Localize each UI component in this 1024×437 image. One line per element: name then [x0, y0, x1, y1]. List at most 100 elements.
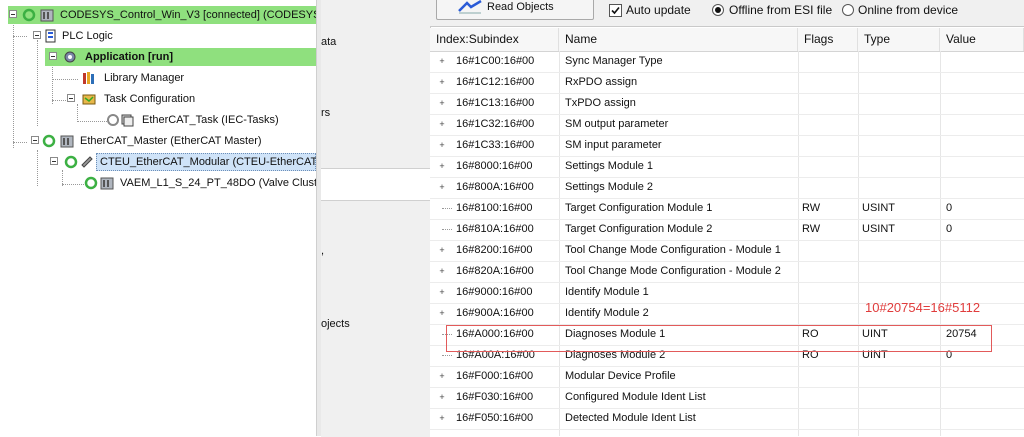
connected-status-icon — [84, 176, 98, 190]
expand-icon[interactable]: + — [438, 288, 446, 297]
cell-name: Tool Change Mode Configuration - Module … — [565, 265, 781, 277]
cell-name: Target Configuration Module 1 — [565, 202, 713, 214]
table-row[interactable]: +16#1C33:16#00 SM input parameter — [430, 135, 1024, 157]
tree-item-label: CODESYS_Control_Win_V3 [connected] (CODE… — [60, 9, 316, 21]
cell-index: 16#1C13:16#00 — [456, 97, 535, 109]
tree-item-label: Application [run] — [85, 51, 173, 63]
tab-label-fragment[interactable]: ata — [321, 36, 336, 48]
table-row[interactable]: +16#F000:16#00 Modular Device Profile — [430, 366, 1024, 388]
column-header-index[interactable]: Index:Subindex — [430, 28, 559, 51]
table-row[interactable]: +16#1C12:16#00 RxPDO assign — [430, 72, 1024, 94]
expand-icon[interactable]: + — [438, 393, 446, 402]
cell-name: SM output parameter — [565, 118, 669, 130]
expand-icon[interactable]: + — [438, 246, 446, 255]
device-tree: CODESYS_Control_Win_V3 [connected] (CODE… — [0, 0, 316, 436]
library-books-icon — [83, 72, 94, 84]
auto-update-checkbox[interactable] — [609, 4, 622, 17]
table-row[interactable]: +16#8200:16#00 Tool Change Mode Configura… — [430, 240, 1024, 262]
cell-index: 16#8100:16#00 — [456, 202, 533, 214]
collapse-toggle-icon[interactable] — [31, 136, 39, 144]
task-cycle-icon — [107, 114, 119, 126]
column-header-value[interactable]: Value — [940, 28, 1024, 51]
table-row[interactable]: +16#1C13:16#00 TxPDO assign — [430, 93, 1024, 115]
cell-name: Modular Device Profile — [565, 370, 676, 382]
tree-connector — [62, 184, 84, 185]
tree-item-cteu-ethercat-modular[interactable]: CTEU_EtherCAT_Modular (CTEU-EtherCAT — [50, 153, 316, 171]
collapse-toggle-icon[interactable] — [67, 94, 75, 102]
column-header-name[interactable]: Name — [559, 28, 798, 51]
cell-index: 16#820A:16#00 — [456, 265, 534, 277]
task-stack-icon — [121, 114, 134, 127]
table-row[interactable]: +16#F030:16#00 Configured Module Ident Li… — [430, 387, 1024, 409]
device-editor-tab-list: ata rs , ojects — [321, 0, 431, 437]
tree-item-task-configuration[interactable]: Task Configuration — [66, 90, 266, 108]
tree-connector — [37, 40, 38, 126]
expand-icon[interactable]: + — [438, 309, 446, 318]
tree-item-application[interactable]: Application [run] — [45, 48, 316, 66]
cell-index: 16#1C33:16#00 — [456, 139, 535, 151]
collapse-toggle-icon[interactable] — [50, 157, 58, 165]
expand-icon[interactable]: + — [438, 78, 446, 87]
cell-name: Configured Module Ident List — [565, 391, 706, 403]
table-row[interactable]: 16#810A:16#00 Target Configuration Module… — [430, 219, 1024, 241]
expand-icon[interactable]: + — [438, 99, 446, 108]
expand-icon[interactable]: + — [438, 57, 446, 66]
cell-index: 16#8000:16#00 — [456, 160, 533, 172]
tree-connector — [52, 64, 53, 104]
table-row[interactable]: +16#820A:16#00 Tool Change Mode Configura… — [430, 261, 1024, 283]
expand-icon[interactable]: + — [438, 141, 446, 150]
ethercat-master-icon — [60, 135, 74, 148]
checkmark-icon — [611, 6, 620, 15]
offline-from-esi-label: Offline from ESI file — [729, 3, 833, 17]
cell-name: Identify Module 1 — [565, 286, 649, 298]
table-header: Index:Subindex Name Flags Type Value — [430, 28, 1024, 52]
expand-icon[interactable]: + — [438, 162, 446, 171]
column-header-type[interactable]: Type — [858, 28, 940, 51]
tree-connector — [442, 355, 452, 356]
expand-icon[interactable]: + — [438, 414, 446, 423]
valve-module-icon — [100, 177, 114, 190]
cell-index: 16#8200:16#00 — [456, 244, 533, 256]
tree-connector — [442, 208, 452, 209]
cell-index: 16#F050:16#00 — [456, 412, 534, 424]
table-row[interactable]: +16#8000:16#00 Settings Module 1 — [430, 156, 1024, 178]
table-row[interactable]: +16#1C00:16#00 Sync Manager Type — [430, 51, 1024, 73]
application-gear-icon — [64, 51, 76, 63]
collapse-toggle-icon[interactable] — [33, 31, 41, 39]
tree-item-codesys-control[interactable]: CODESYS_Control_Win_V3 [connected] (CODE… — [8, 6, 316, 24]
tree-item-ethercat-master[interactable]: EtherCAT_Master (EtherCAT Master) — [30, 132, 290, 150]
column-header-flags[interactable]: Flags — [798, 28, 858, 51]
online-from-device-radio[interactable] — [842, 4, 854, 16]
annotation-text: 10#20754=16#5112 — [865, 300, 981, 315]
collapse-toggle-icon[interactable] — [49, 52, 57, 60]
table-row[interactable]: +16#800A:16#00 Settings Module 2 — [430, 177, 1024, 199]
cell-name: RxPDO assign — [565, 76, 638, 88]
tab-label-fragment[interactable]: , — [321, 245, 324, 257]
read-objects-button[interactable]: Read Objects — [436, 0, 594, 20]
expand-icon[interactable]: + — [438, 120, 446, 129]
expand-icon[interactable]: + — [438, 183, 446, 192]
read-objects-icon — [458, 0, 482, 14]
cell-name: Sync Manager Type — [565, 55, 663, 67]
cell-name: Identify Module 2 — [565, 307, 649, 319]
cell-value: 0 — [946, 223, 953, 235]
tab-label-fragment[interactable]: ojects — [321, 318, 350, 330]
cell-index: 16#F000:16#00 — [456, 370, 534, 382]
collapse-toggle-icon[interactable] — [9, 10, 17, 18]
table-row[interactable]: 16#8100:16#00 Target Configuration Module… — [430, 198, 1024, 220]
tree-item-plc-logic[interactable]: PLC Logic — [32, 27, 232, 45]
tree-item-ethercat-task[interactable]: EtherCAT_Task (IEC-Tasks) — [106, 111, 316, 129]
online-from-device-label: Online from device — [858, 3, 959, 17]
offline-from-esi-radio[interactable] — [712, 4, 724, 16]
task-configuration-icon — [82, 94, 96, 105]
expand-icon[interactable]: + — [438, 372, 446, 381]
table-row[interactable]: +16#1C32:16#00 SM output parameter — [430, 114, 1024, 136]
auto-update-label: Auto update — [626, 3, 691, 17]
expand-icon[interactable]: + — [438, 267, 446, 276]
table-row[interactable]: +16#F050:16#00 Detected Module Ident List — [430, 408, 1024, 430]
tree-item-vaem-valve-cluster[interactable]: VAEM_L1_S_24_PT_48DO (Valve Cluste — [84, 174, 316, 192]
tab-label-fragment[interactable]: rs — [321, 107, 330, 119]
tree-connector — [77, 121, 107, 122]
cell-type: USINT — [862, 202, 895, 214]
tree-item-library-manager[interactable]: Library Manager — [82, 69, 282, 87]
